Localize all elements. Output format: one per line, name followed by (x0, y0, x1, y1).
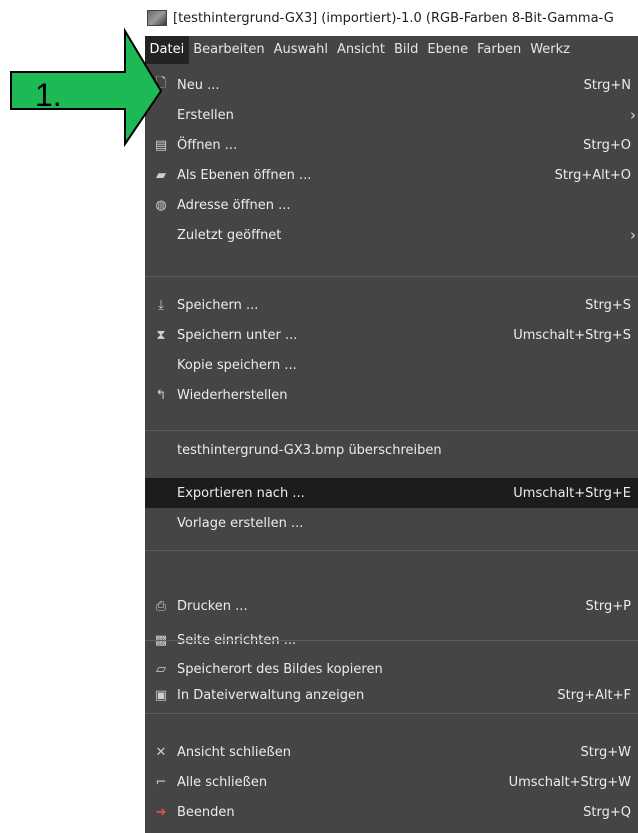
save-as-icon: ⧗ (156, 327, 166, 343)
save-icon: ⤓ (158, 297, 164, 313)
menu-item-overwrite[interactable]: testhintergrund-GX3.bmp überschreiben (145, 435, 638, 465)
menubar-item-bearbeiten[interactable]: Bearbeiten (189, 36, 269, 64)
copy-location-icon: ▱ (156, 661, 166, 677)
menu-item-open[interactable]: ▤ Öffnen ... Strg+O (145, 130, 638, 160)
menu-item-save-copy[interactable]: Kopie speichern ... (145, 350, 638, 380)
globe-icon: ◍ (155, 197, 167, 213)
menubar-item-auswahl[interactable]: Auswahl (269, 36, 332, 64)
menubar-item-ansicht[interactable]: Ansicht (332, 36, 389, 64)
open-icon: ▤ (154, 137, 168, 153)
menu-item-open-as-layers[interactable]: ▰ Als Ebenen öffnen ... Strg+Alt+O (145, 160, 638, 190)
gimp-app-icon (147, 10, 167, 26)
window-titlebar: [testhintergrund-GX3] (importiert)-1.0 (… (145, 0, 638, 36)
menu-item-save[interactable]: ⤓ Speichern ... Strg+S (145, 290, 638, 320)
menu-separator (145, 713, 638, 714)
annotation-label: 1. (35, 77, 62, 113)
menu-item-close-view[interactable]: ✕ Ansicht schließen Strg+W (145, 737, 638, 767)
print-icon: ⎙ (155, 598, 167, 614)
window-title: [testhintergrund-GX3] (importiert)-1.0 (… (173, 10, 614, 26)
menu-separator (145, 430, 638, 431)
menu-separator (145, 276, 638, 277)
menu-item-print[interactable]: ⎙ Drucken ... Strg+P (145, 591, 638, 621)
menu-item-revert[interactable]: ↰ Wiederherstellen (145, 380, 638, 410)
menu-item-create[interactable]: Erstellen › (145, 100, 638, 130)
menu-separator (145, 550, 638, 551)
menu-item-open-location[interactable]: ◍ Adresse öffnen ... (145, 190, 638, 220)
menubar: Datei Bearbeiten Auswahl Ansicht Bild Eb… (145, 36, 638, 64)
menubar-item-farben[interactable]: Farben (473, 36, 526, 64)
menu-separator (145, 640, 638, 641)
menubar-item-werkzeuge[interactable]: Werkz (526, 36, 575, 64)
menu-item-quit[interactable]: ➜ Beenden Strg+Q (145, 797, 638, 827)
menu-item-create-template[interactable]: Vorlage erstellen ... (145, 508, 638, 538)
menubar-item-datei[interactable]: Datei (145, 36, 189, 64)
new-file-icon: 🗋 (155, 76, 167, 91)
menubar-item-bild[interactable]: Bild (390, 36, 423, 64)
revert-icon: ↰ (155, 387, 167, 403)
green-arrow-shape (10, 27, 163, 148)
quit-icon: ➜ (155, 804, 167, 820)
file-menu-dropdown: 🗋 Neu ... Strg+N Erstellen › ▤ Öffnen ..… (145, 64, 638, 833)
close-all-icon: ⌐ (155, 774, 167, 790)
menubar-item-ebene[interactable]: Ebene (423, 36, 473, 64)
file-manager-icon: ▣ (154, 687, 168, 703)
chevron-right-icon: › (630, 226, 636, 244)
menu-item-show-in-file-manager[interactable]: ▣ In Dateiverwaltung anzeigen Strg+Alt+F (145, 680, 638, 710)
chevron-right-icon: › (630, 106, 636, 124)
menu-item-new[interactable]: 🗋 Neu ... Strg+N (145, 70, 638, 100)
menu-item-close-all[interactable]: ⌐ Alle schließen Umschalt+Strg+W (145, 767, 638, 797)
open-layers-icon: ▰ (156, 167, 166, 183)
menu-item-export-as[interactable]: Exportieren nach ... Umschalt+Strg+E (145, 478, 638, 508)
menu-item-recent[interactable]: Zuletzt geöffnet › (145, 220, 638, 250)
menu-item-save-as[interactable]: ⧗ Speichern unter ... Umschalt+Strg+S (145, 320, 638, 350)
close-icon: ✕ (155, 744, 167, 760)
